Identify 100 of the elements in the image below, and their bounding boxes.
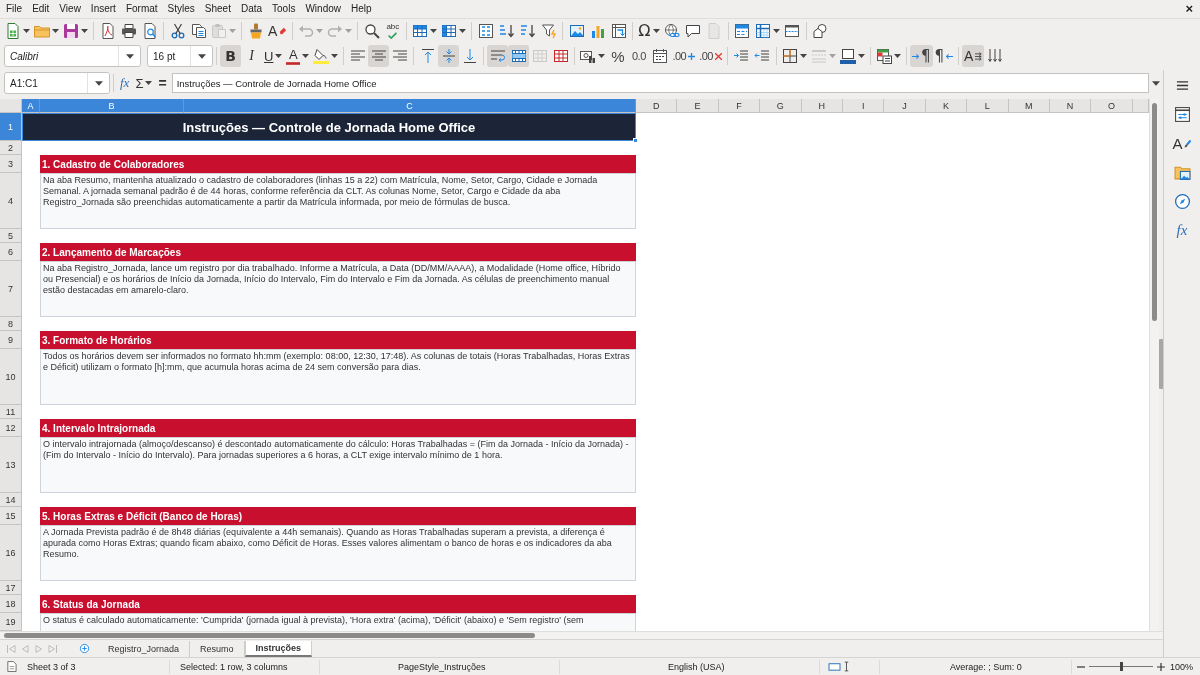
sheet-tab[interactable]: Instruções (244, 640, 313, 657)
font-color-button[interactable]: A (284, 45, 312, 67)
speech-bubble-icon (685, 22, 702, 39)
styles-button[interactable]: A (1169, 131, 1195, 155)
text-direction-button[interactable]: A (962, 45, 985, 67)
column-header[interactable]: O (1091, 99, 1133, 113)
sidebar-handle[interactable] (1159, 339, 1163, 389)
column-header[interactable]: H (801, 99, 843, 113)
row-header[interactable]: 6 (0, 243, 22, 261)
column-header[interactable]: M (1008, 99, 1050, 113)
horizontal-scrollbar[interactable] (0, 631, 1163, 639)
row-header[interactable]: 9 (0, 331, 22, 349)
arrows-right-icon (975, 51, 983, 61)
menu-item[interactable]: Tools (267, 1, 301, 17)
underline-button[interactable]: U (262, 45, 285, 67)
clear-formatting-button[interactable]: A (266, 19, 290, 42)
scrollbar-thumb[interactable] (1152, 103, 1157, 321)
row-header[interactable]: 15 (0, 507, 22, 525)
column-header[interactable]: K (925, 99, 968, 113)
add-decimal-button[interactable]: .00 (670, 45, 698, 67)
special-character-button[interactable]: Ω (636, 19, 662, 42)
formula-button[interactable]: = (155, 73, 170, 93)
row-header[interactable]: 3 (0, 155, 22, 173)
merge-center-button[interactable] (508, 45, 530, 67)
column-header[interactable]: F (718, 99, 761, 113)
formula-input-field[interactable]: Instruções — Controle de Jornada Home Office (171, 73, 1149, 93)
row-header[interactable]: 8 (0, 317, 22, 331)
eraser-icon (279, 26, 288, 35)
scrollbar-thumb[interactable] (4, 633, 535, 638)
compass-icon (1173, 192, 1191, 210)
spelling-button[interactable]: abc (382, 19, 404, 42)
column-header[interactable]: I (842, 99, 885, 113)
menu-item[interactable]: Window (300, 1, 346, 17)
column-header[interactable]: B (40, 99, 184, 113)
column-header[interactable]: D (636, 99, 678, 113)
zoom-slider[interactable] (1089, 662, 1153, 671)
fill-handle[interactable] (633, 138, 638, 143)
vertical-scrollbar[interactable] (1149, 99, 1159, 631)
text-cursor-icon (843, 661, 850, 672)
caret-icon (145, 81, 153, 85)
dropdown-button[interactable] (190, 46, 212, 66)
name-box[interactable]: A1:C1 (4, 72, 110, 94)
row-header[interactable]: 12 (0, 419, 22, 437)
bold-button[interactable]: B (220, 45, 241, 67)
menu-item[interactable]: Styles (162, 1, 200, 17)
right-to-left-button[interactable]: ¶ (932, 45, 956, 67)
number-format-button[interactable]: 0.0 (628, 45, 650, 67)
column-header[interactable]: C (184, 99, 636, 113)
percent-format-button[interactable]: % (607, 45, 629, 67)
sheet-tab[interactable]: Registro_Jornada (98, 640, 191, 657)
functions-button[interactable]: fx (1169, 218, 1195, 242)
arrows-down-icon (986, 48, 1003, 64)
banknote-icon (580, 48, 597, 64)
row-header[interactable]: 13 (0, 437, 22, 493)
menu-item[interactable]: File (1, 1, 28, 17)
column-header[interactable]: L (967, 99, 1009, 113)
zoom-slider-thumb[interactable] (1120, 662, 1123, 671)
font-size-combobox[interactable]: 16 pt (147, 45, 213, 67)
delete-decimal-button[interactable]: .00 (697, 45, 724, 67)
close-button[interactable]: × (1182, 1, 1196, 17)
caret-icon (23, 28, 30, 33)
column-header[interactable]: E (677, 99, 719, 113)
dropdown-button[interactable] (118, 46, 140, 66)
row-header[interactable]: 14 (0, 493, 22, 507)
row-header[interactable]: 11 (0, 405, 22, 419)
zoom-in-button[interactable] (1156, 660, 1166, 673)
font-name-combobox[interactable]: Calibri (4, 45, 141, 67)
column-header[interactable]: J (884, 99, 926, 113)
column-header[interactable]: A (22, 99, 40, 113)
table-rows-icon (412, 22, 429, 39)
sum-button[interactable]: Σ (132, 73, 156, 93)
row-header[interactable]: 4 (0, 173, 22, 229)
function-wizard-button[interactable]: fx (117, 73, 133, 93)
row-header[interactable]: 7 (0, 261, 22, 317)
menu-item[interactable]: Edit (27, 1, 55, 17)
row-header[interactable]: 16 (0, 525, 22, 581)
menu-item[interactable]: View (54, 1, 86, 17)
dropdown-button[interactable] (87, 73, 109, 93)
row-header[interactable]: 1 (0, 113, 22, 141)
sheet-tab[interactable]: Resumo (190, 640, 245, 657)
page-icon (706, 22, 723, 39)
column-header[interactable]: G (760, 99, 802, 113)
properties-panel-icon (1173, 105, 1191, 123)
row-header[interactable]: 10 (0, 349, 22, 405)
menu-item[interactable]: Help (346, 1, 377, 17)
row-header[interactable]: 19 (0, 613, 22, 631)
grid-icon (531, 48, 548, 64)
menu-item[interactable]: Data (235, 1, 268, 17)
menu-item[interactable]: Sheet (199, 1, 236, 17)
column-header[interactable]: N (1049, 99, 1092, 113)
menu-item[interactable]: Insert (85, 1, 121, 17)
left-to-right-button[interactable]: ¶ (910, 45, 933, 67)
menu-item[interactable]: Format (120, 1, 163, 17)
row-header[interactable]: 5 (0, 229, 22, 243)
row-header[interactable]: 17 (0, 581, 22, 595)
pdf-document-icon (99, 22, 116, 39)
sort-ascending-icon (498, 22, 515, 39)
italic-button[interactable]: I (241, 45, 262, 67)
row-header[interactable]: 18 (0, 595, 22, 613)
row-header[interactable]: 2 (0, 141, 22, 155)
